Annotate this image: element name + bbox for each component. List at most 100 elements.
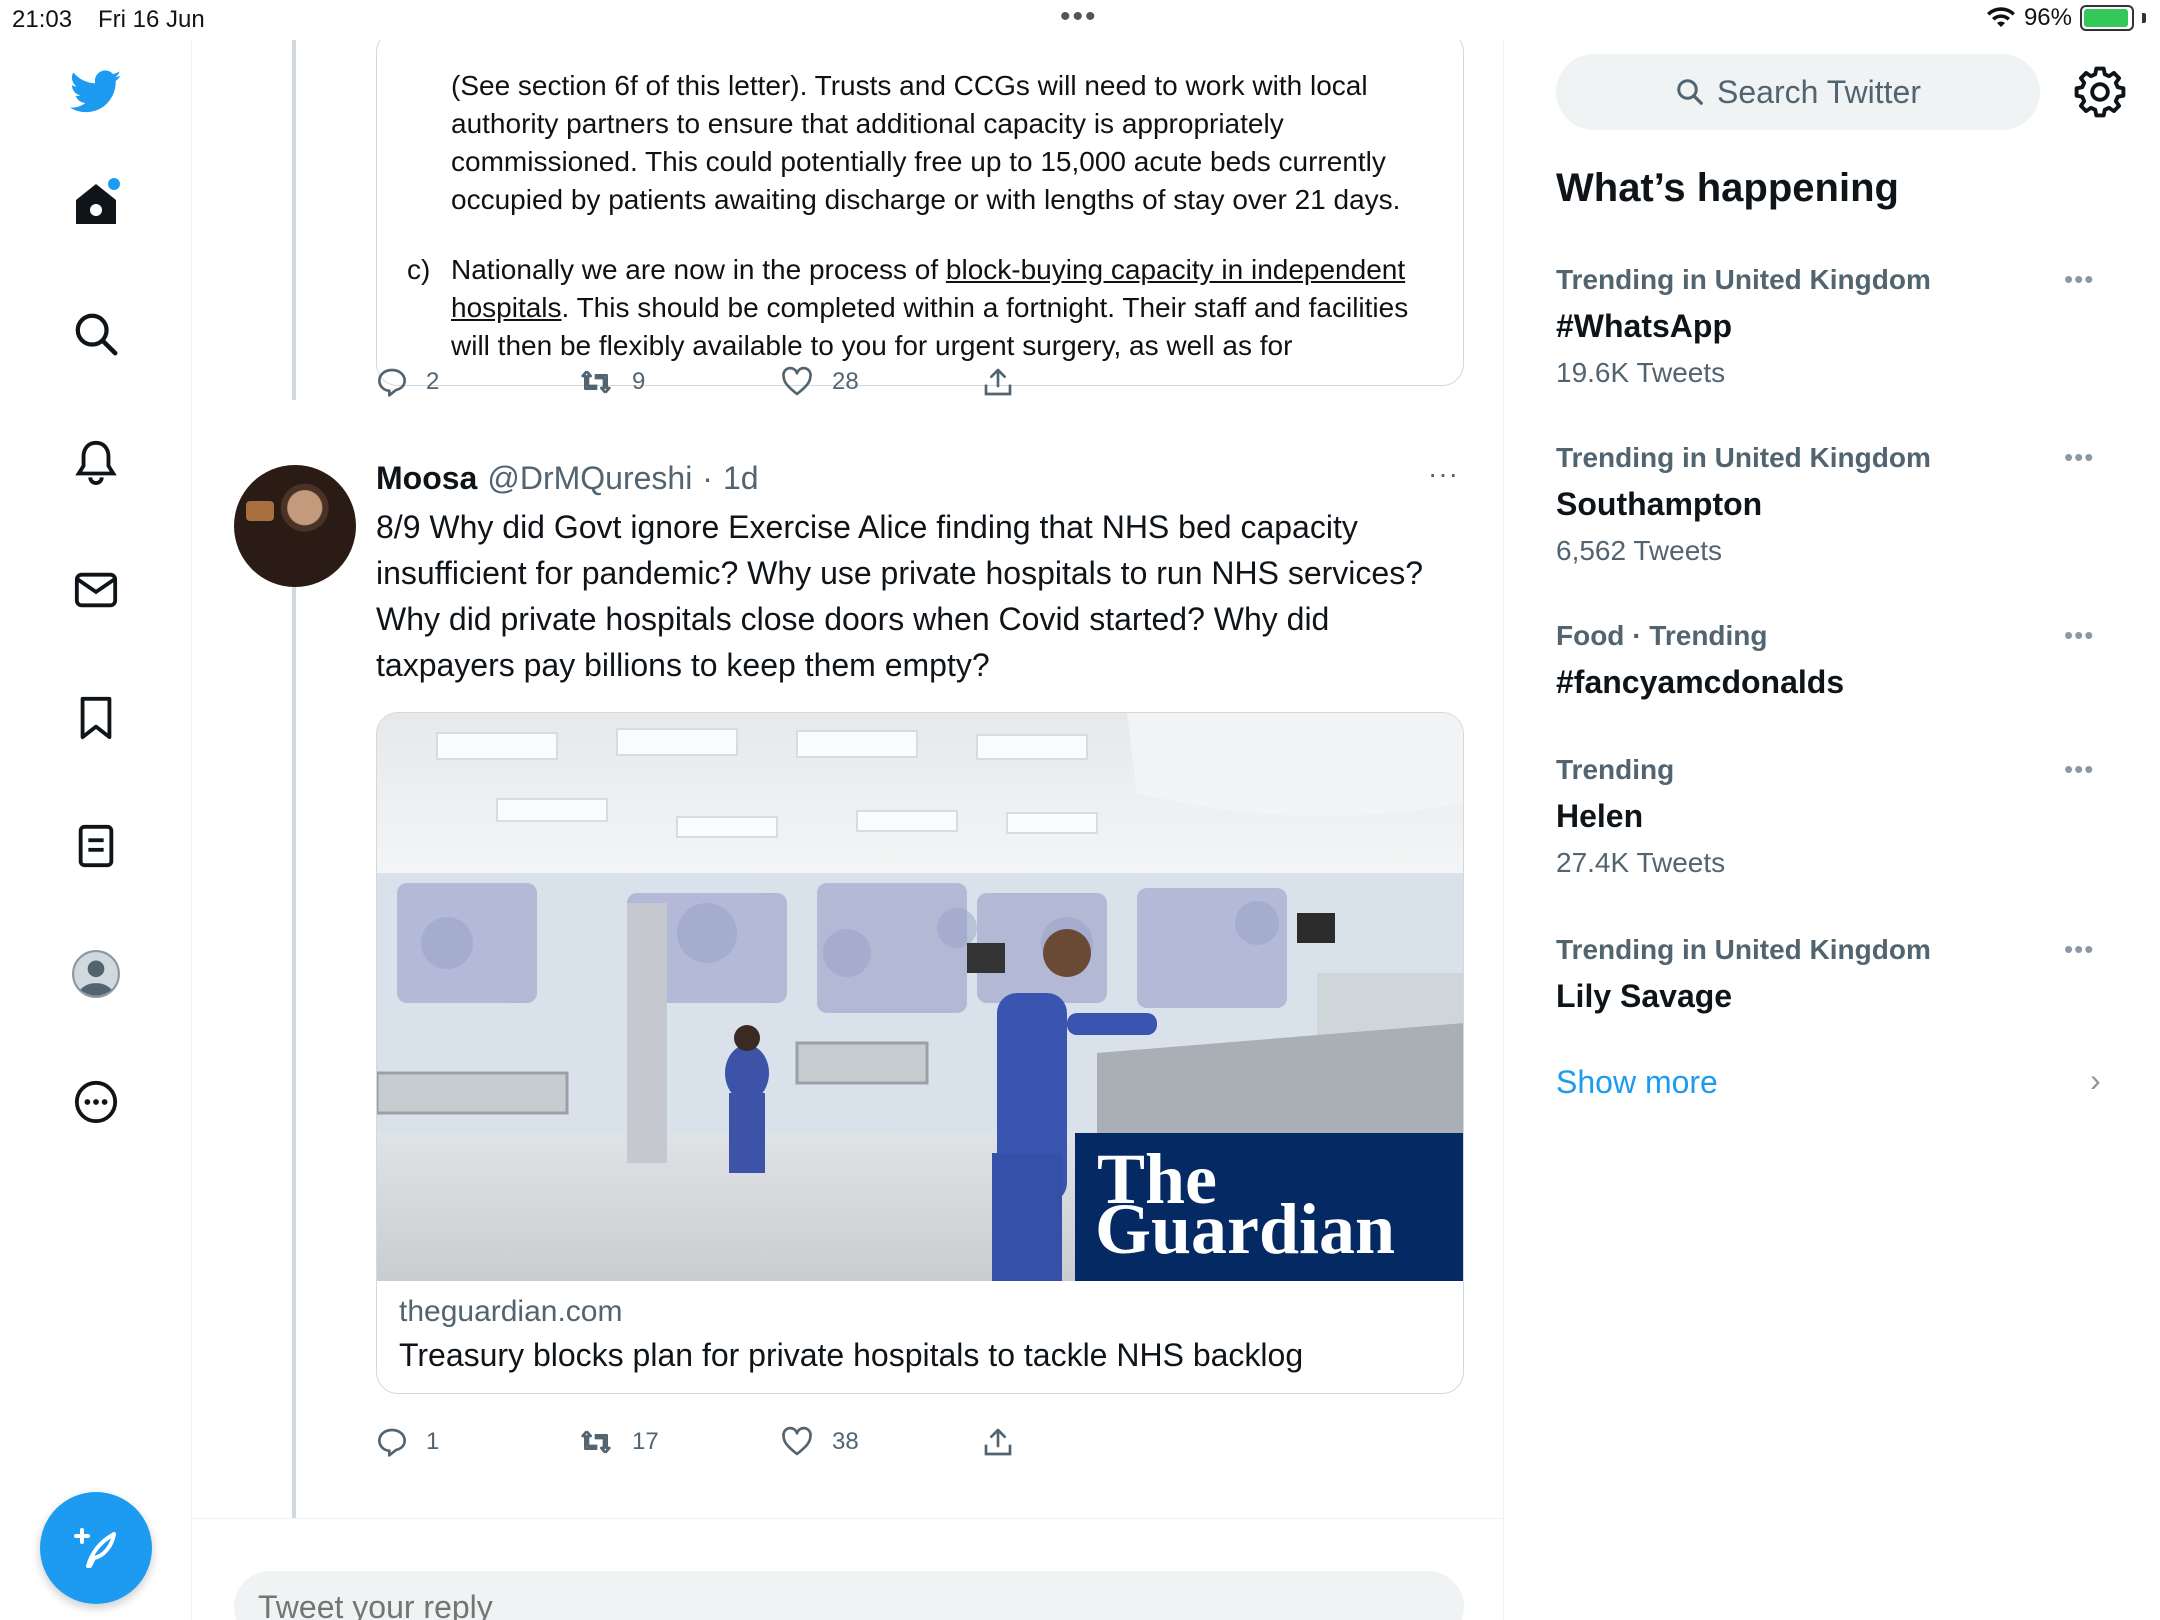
like-button[interactable]: 38 xyxy=(780,1426,982,1458)
trend-more-icon[interactable]: ••• xyxy=(2064,442,2094,473)
compose-tweet-button[interactable] xyxy=(40,1492,152,1604)
document-paragraph: (See section 6f of this letter). Trusts … xyxy=(451,70,1401,215)
reply-count: 2 xyxy=(426,368,440,395)
search-placeholder: Search Twitter xyxy=(1717,73,1921,110)
home-icon[interactable] xyxy=(68,176,124,232)
compose-feather-icon xyxy=(74,1528,116,1568)
status-bar: 21:03 Fri 16 Jun ••• 96% xyxy=(0,0,2160,40)
avatar-photo-detail xyxy=(246,501,274,521)
like-count: 38 xyxy=(832,1428,859,1455)
profile-avatar-icon[interactable] xyxy=(68,946,124,1002)
thread-line xyxy=(292,540,296,1550)
reply-count: 1 xyxy=(426,1428,440,1455)
retweet-icon xyxy=(581,370,611,394)
trend-count: 19.6K Tweets xyxy=(1556,357,1726,388)
guardian-logo-guardian: Guardian xyxy=(1095,1189,1395,1269)
tweet-more-icon[interactable]: ··· xyxy=(1428,458,1459,490)
clock: 21:03 xyxy=(12,6,73,33)
multitasking-handle[interactable]: ••• xyxy=(1060,0,1098,34)
reply-bar xyxy=(192,1518,1503,1620)
trend-count: 6,562 Tweets xyxy=(1556,535,1723,566)
trend-item[interactable]: Trending in United Kingdom #WhatsApp 19.… xyxy=(1556,264,2116,389)
link-preview-card[interactable]: The Guardian theguardian.com Treasury bl… xyxy=(376,712,1464,1394)
retweet-icon xyxy=(581,1430,611,1454)
document-text: Nationally we are now in the process of xyxy=(451,254,946,285)
bookmarks-icon[interactable] xyxy=(68,690,124,746)
heart-icon xyxy=(782,1426,812,1456)
retweet-button[interactable]: 9 xyxy=(578,366,780,398)
battery-level xyxy=(2084,9,2128,27)
trend-context: Trending xyxy=(1556,754,1675,785)
chevron-right-icon[interactable]: › xyxy=(2090,1062,2101,1099)
status-indicators: 96% xyxy=(1986,4,2146,32)
share-icon xyxy=(984,1428,1012,1456)
trend-context: Food · Trending xyxy=(1556,620,1768,651)
whats-happening-title: What’s happening xyxy=(1556,166,1899,210)
thread-line xyxy=(292,40,296,400)
wifi-icon xyxy=(1986,7,2015,27)
search-box[interactable]: Search Twitter xyxy=(1556,54,2040,130)
trend-context: Trending in United Kingdom xyxy=(1556,934,1931,965)
document-item-c: Nationally we are now in the process of … xyxy=(451,251,1451,365)
reply-button[interactable]: 1 xyxy=(376,1426,578,1458)
explore-search-icon[interactable] xyxy=(68,306,124,362)
twitter-logo-icon[interactable] xyxy=(68,64,124,120)
trend-context: Trending in United Kingdom xyxy=(1556,442,1931,473)
trend-item[interactable]: Food · Trending #fancyamcdonalds xyxy=(1556,620,2116,701)
tweet-actions: 2 9 28 xyxy=(376,366,1184,398)
header-separator: · xyxy=(702,460,713,496)
trend-item[interactable]: Trending in United Kingdom Lily Savage xyxy=(1556,934,2116,1015)
messages-envelope-icon[interactable] xyxy=(68,562,124,618)
lists-icon[interactable] xyxy=(68,818,124,874)
reply-button[interactable]: 2 xyxy=(376,366,578,398)
battery-nub xyxy=(2142,13,2146,23)
date: Fri 16 Jun xyxy=(98,6,205,33)
author-name[interactable]: Moosa xyxy=(376,460,477,497)
timeline-column: (See section 6f of this letter). Trusts … xyxy=(192,40,1504,1620)
more-options-icon[interactable] xyxy=(68,1074,124,1130)
author-avatar[interactable] xyxy=(234,465,356,587)
trend-more-icon[interactable]: ••• xyxy=(2064,754,2094,785)
retweet-button[interactable]: 17 xyxy=(578,1426,780,1458)
document-item-label: c) xyxy=(407,254,431,285)
battery-icon xyxy=(2080,5,2134,31)
trend-more-icon[interactable]: ••• xyxy=(2064,934,2094,965)
settings-gear-icon[interactable] xyxy=(2074,66,2126,118)
document-text: . This should be completed within a fort… xyxy=(451,292,1409,361)
share-button[interactable] xyxy=(982,366,1184,398)
battery-percent: 96% xyxy=(2023,4,2072,31)
reply-input[interactable] xyxy=(234,1571,1464,1620)
like-button[interactable]: 28 xyxy=(780,366,982,398)
tweet-header: Moosa @DrMQureshi · 1d xyxy=(376,460,759,497)
like-count: 28 xyxy=(832,368,859,395)
notifications-bell-icon[interactable] xyxy=(68,434,124,490)
reply-icon xyxy=(378,368,406,397)
search-icon xyxy=(1677,79,1703,105)
share-icon xyxy=(984,368,1012,396)
trend-more-icon[interactable]: ••• xyxy=(2064,264,2094,295)
link-domain: theguardian.com xyxy=(399,1295,623,1328)
trend-name: Southampton xyxy=(1556,486,1763,522)
share-button[interactable] xyxy=(982,1426,1184,1458)
heart-icon xyxy=(782,366,812,396)
right-sidebar: Search Twitter What’s happening Trending… xyxy=(1504,40,2160,1620)
trend-name: #fancyamcdonalds xyxy=(1556,664,1845,700)
trend-item[interactable]: Trending Helen 27.4K Tweets xyxy=(1556,754,2116,879)
trend-name: #WhatsApp xyxy=(1556,308,1732,344)
link-title: Treasury blocks plan for private hospita… xyxy=(399,1337,1304,1373)
document-image-card[interactable]: (See section 6f of this letter). Trusts … xyxy=(376,40,1464,386)
tweet-timestamp[interactable]: 1d xyxy=(723,460,759,497)
retweet-count: 9 xyxy=(632,368,646,395)
show-more-link[interactable]: Show more xyxy=(1556,1064,1718,1101)
trend-item[interactable]: Trending in United Kingdom Southampton 6… xyxy=(1556,442,2116,567)
author-handle[interactable]: @DrMQureshi xyxy=(487,460,692,497)
home-unread-dot xyxy=(108,178,120,190)
article-image: The Guardian xyxy=(377,713,1463,1281)
trend-name: Helen xyxy=(1556,798,1644,834)
trend-more-icon[interactable]: ••• xyxy=(2064,620,2094,651)
tweet-text: 8/9 Why did Govt ignore Exercise Alice f… xyxy=(376,509,1423,683)
trend-count: 27.4K Tweets xyxy=(1556,847,1726,878)
reply-icon xyxy=(378,1428,406,1457)
left-nav xyxy=(0,40,192,1620)
retweet-count: 17 xyxy=(632,1428,659,1455)
